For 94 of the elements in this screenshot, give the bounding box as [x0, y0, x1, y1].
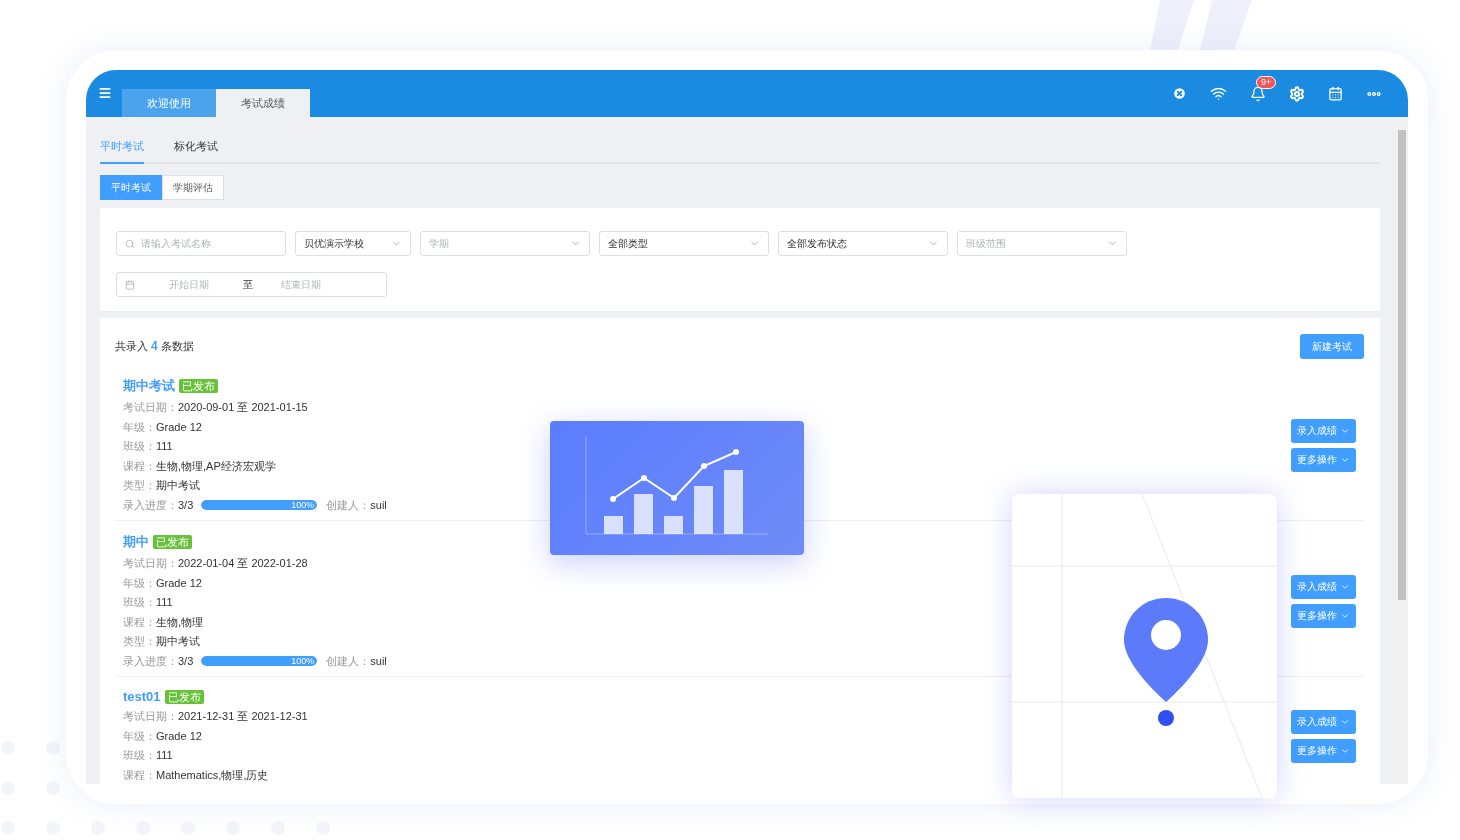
field-label: 考试日期： [123, 556, 178, 571]
field-value: Grade 12 [156, 419, 202, 435]
wifi-icon[interactable] [1210, 85, 1227, 102]
field-value: 期中考试 [156, 634, 200, 649]
field-label: 录入进度： [123, 653, 178, 669]
exam-title[interactable]: 期中考试 [123, 377, 175, 395]
calendar-icon[interactable] [1328, 86, 1343, 101]
field-value: 2021-12-31 至 2021-12-31 [178, 709, 308, 724]
chart-point [701, 463, 707, 469]
field-value: 111 [156, 595, 173, 610]
bell-icon[interactable] [1250, 85, 1266, 102]
field-label: 课程： [123, 458, 156, 474]
field-label: 班级： [123, 439, 156, 454]
select-placeholder: 班级范围 [966, 236, 1006, 251]
exam-title[interactable]: 期中 [123, 533, 149, 551]
status-tag: 已发布 [153, 535, 192, 549]
select-field[interactable]: 全部发布状态 [778, 231, 948, 256]
progress-percent: 100% [291, 655, 316, 666]
chart-point [610, 496, 616, 502]
field-label: 班级： [123, 748, 156, 763]
field-value: Grade 12 [156, 575, 202, 591]
action-dropdown-button[interactable]: 录入成绩 [1291, 574, 1356, 599]
new-exam-button[interactable]: 新建考试 [1300, 334, 1364, 359]
settings-icon[interactable] [1289, 85, 1305, 102]
segment-button[interactable]: 平时考试 [100, 175, 162, 200]
field-value: suil [370, 497, 387, 513]
start-date-placeholder: 开始日期 [169, 277, 209, 292]
action-dropdown-button[interactable]: 更多操作 [1291, 447, 1356, 472]
date-range-field[interactable]: 开始日期 至 结束日期 [116, 272, 387, 297]
header-tab[interactable]: 考试成绩 [216, 89, 310, 117]
scrollbar[interactable] [1396, 117, 1408, 784]
field-value: 2020-09-01 至 2021-01-15 [178, 400, 308, 415]
field-label: 班级： [123, 595, 156, 610]
status-tag: 已发布 [164, 689, 204, 704]
field-label: 考试日期： [123, 400, 178, 415]
select-value: 全部类型 [608, 236, 648, 251]
field-value: Grade 12 [156, 728, 202, 744]
field-value: 111 [156, 748, 173, 763]
search-icon [125, 238, 135, 249]
select-field[interactable]: 班级范围 [957, 231, 1127, 256]
range-separator: 至 [243, 277, 253, 292]
chart-point [733, 449, 739, 455]
field-value: 3/3 [178, 653, 194, 669]
notification-badge: 9+ [1256, 76, 1277, 89]
header-tab[interactable]: 欢迎使用 [122, 89, 216, 117]
field-label: 创建人： [326, 653, 371, 669]
quote-mark-icon [1150, 0, 1252, 50]
calendar-icon [125, 279, 135, 290]
field-label: 课程： [123, 614, 156, 630]
field-value: 生物,物理,AP经济宏观学 [156, 458, 276, 474]
page-tab[interactable]: 标化考试 [174, 135, 218, 164]
select-field[interactable]: 学期 [420, 231, 590, 256]
exam-title[interactable]: test01 [123, 689, 161, 704]
field-label: 课程： [123, 767, 156, 783]
action-dropdown-button[interactable]: 录入成绩 [1291, 709, 1356, 734]
select-value: 全部发布状态 [787, 236, 847, 251]
chart-bar [604, 516, 623, 534]
page-tab[interactable]: 平时考试 [100, 135, 144, 164]
chart-point [671, 495, 677, 501]
field-label: 年级： [123, 575, 156, 591]
field-label: 创建人： [326, 497, 371, 513]
action-dropdown-button[interactable]: 录入成绩 [1291, 418, 1356, 443]
field-label: 类型： [123, 478, 156, 493]
search-box[interactable]: 请输入考试名称 [116, 231, 286, 256]
field-value: 111 [156, 439, 173, 454]
select-value: 贝优演示学校 [304, 236, 364, 251]
field-value: 3/3 [178, 497, 194, 513]
end-date-placeholder: 结束日期 [281, 277, 321, 292]
select-field[interactable]: 全部类型 [599, 231, 769, 256]
chart-bar [634, 494, 653, 534]
field-value: Mathematics,物理,历史 [156, 767, 269, 783]
field-value: suil [370, 653, 387, 669]
progress-percent: 100% [291, 499, 316, 510]
field-value: 生物,物理 [156, 614, 204, 630]
close-icon[interactable] [1172, 86, 1187, 101]
field-value: 2022-01-04 至 2022-01-28 [178, 556, 308, 571]
chart-bar [664, 516, 683, 534]
field-label: 考试日期： [123, 709, 178, 724]
chart-point [641, 475, 647, 481]
menu-icon[interactable] [98, 86, 112, 100]
chart-bar [724, 470, 743, 534]
field-label: 录入进度： [123, 497, 178, 513]
field-label: 年级： [123, 728, 156, 744]
chart-bar [694, 486, 713, 534]
action-dropdown-button[interactable]: 更多操作 [1291, 738, 1356, 763]
action-dropdown-button[interactable]: 更多操作 [1291, 603, 1356, 628]
segment-button[interactable]: 学期评估 [162, 175, 224, 200]
select-placeholder: 学期 [429, 236, 449, 251]
record-count-text: 共录入 4 条数据 [115, 339, 194, 354]
field-label: 类型： [123, 634, 156, 649]
field-value: 期中考试 [156, 478, 200, 493]
status-tag: 已发布 [179, 379, 218, 393]
field-label: 年级： [123, 419, 156, 435]
select-field[interactable]: 贝优演示学校 [295, 231, 411, 256]
